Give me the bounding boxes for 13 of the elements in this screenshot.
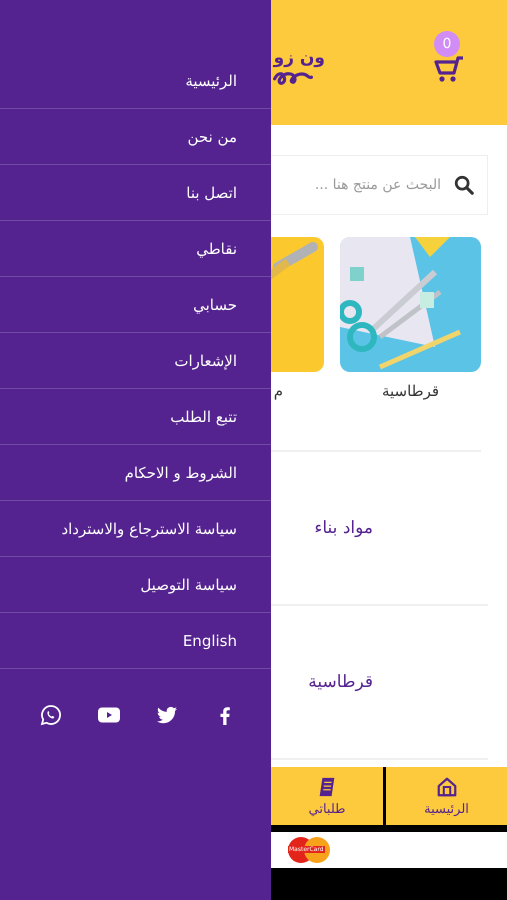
whatsapp-icon[interactable]: [39, 703, 63, 727]
category-label: قرطاسية: [382, 382, 440, 400]
cart-count-badge: 0: [434, 30, 460, 56]
search-input[interactable]: البحث عن منتج هنا ...: [279, 176, 443, 194]
section-title: مواد بناء: [314, 518, 373, 538]
category-label: م: [274, 382, 283, 400]
nav-tab[interactable]: الرئيسية: [383, 767, 507, 825]
home-icon: [436, 776, 458, 798]
section-title: قرطاسية: [308, 672, 373, 692]
search-icon: [453, 174, 475, 196]
nav-tab[interactable]: طلباتي: [271, 767, 383, 825]
logo-text: ون زو: [274, 48, 325, 68]
cart-icon[interactable]: [434, 54, 464, 82]
